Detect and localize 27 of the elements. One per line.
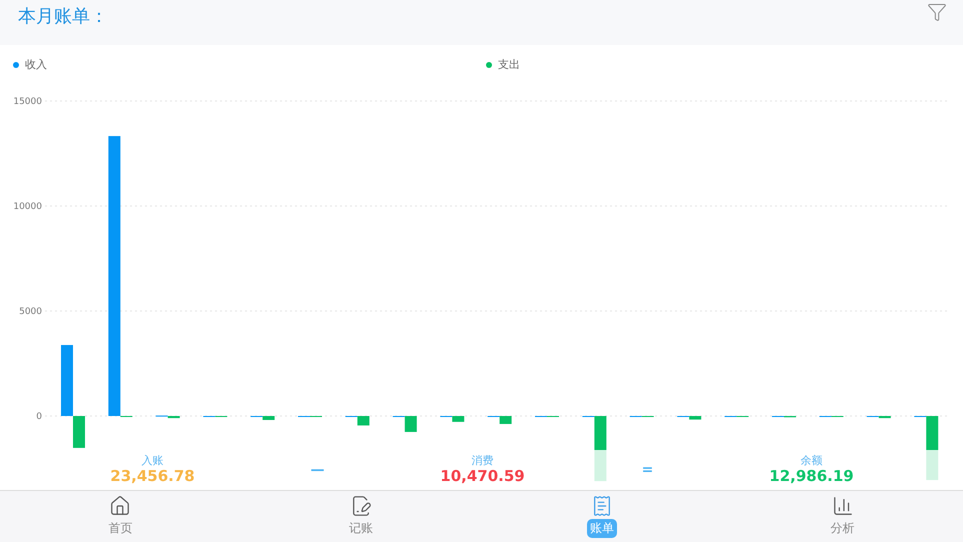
tab[interactable]: 分析 xyxy=(722,490,963,542)
axis-tick-label: 5000 xyxy=(19,306,42,317)
summary-label: 入账 xyxy=(142,454,164,467)
operator-sign: = xyxy=(640,462,654,478)
legend-label: 收入 xyxy=(25,57,47,72)
summary-label: 消费 xyxy=(472,454,494,467)
record-icon xyxy=(350,494,372,517)
summary-amount: 12,986.19 xyxy=(769,466,854,486)
tab[interactable]: 账单 xyxy=(482,490,722,542)
tab-label: 分析 xyxy=(830,520,856,537)
tab[interactable]: 记账 xyxy=(240,490,482,542)
tab-label: 账单 xyxy=(586,518,617,538)
axis-tick-label: 15000 xyxy=(13,96,42,107)
summary-label: 余额 xyxy=(800,454,822,467)
operator-sign: — xyxy=(310,462,326,478)
home-icon xyxy=(109,494,132,517)
legend-label: 支出 xyxy=(498,57,520,72)
analysis-icon xyxy=(832,494,854,517)
filter-icon[interactable] xyxy=(927,2,947,22)
summary-amount: 23,456.78 xyxy=(110,466,195,486)
axis-tick-label: 10000 xyxy=(13,202,42,212)
axis-tick-label: 0 xyxy=(36,412,42,422)
tab-label: 首页 xyxy=(107,520,134,537)
summary-amount: 10,470.59 xyxy=(440,466,525,486)
page-title: 本月账单： xyxy=(18,5,108,28)
tab[interactable]: 首页 xyxy=(0,490,241,542)
tab-label: 记账 xyxy=(348,520,374,537)
